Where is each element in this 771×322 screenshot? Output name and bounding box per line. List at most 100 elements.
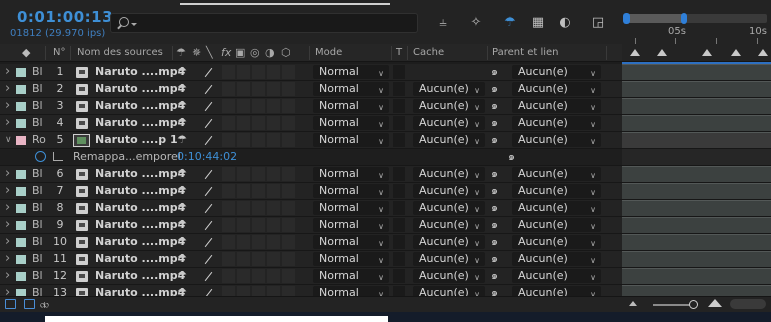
label-color-swatch[interactable] xyxy=(16,272,26,281)
layer-source-name[interactable]: Naruto ....mp4 xyxy=(95,217,185,233)
parent-pickwhip-icon[interactable]: ๑ xyxy=(491,251,498,267)
layer-source-name[interactable]: Naruto ....mp4 xyxy=(95,268,185,284)
preserve-transparency-box[interactable] xyxy=(393,201,405,215)
graph-editor-icon[interactable]: ◲ xyxy=(588,14,608,32)
track-matte-select[interactable]: Aucun(e) ∨ xyxy=(413,235,485,249)
frame-blend-icon[interactable]: ▣ xyxy=(235,44,245,62)
switch-box[interactable] xyxy=(237,286,250,296)
quality-slash-icon[interactable] xyxy=(204,254,213,265)
layer-duration-bar[interactable] xyxy=(622,166,771,182)
switch-box[interactable] xyxy=(237,116,250,130)
layer-row[interactable]: › Bl 3 Naruto ....mp4 ☂ Normal ∨ Aucun(e) ∨ ๑ Aucu… xyxy=(0,98,771,115)
parent-select[interactable]: Aucun(e) ∨ xyxy=(512,201,601,215)
zoom-slider-knob[interactable] xyxy=(689,300,698,309)
quality-slash-icon[interactable] xyxy=(204,220,213,231)
track-matte-select[interactable]: Aucun(e) ∨ xyxy=(413,116,485,130)
track-matte-select[interactable]: Aucun(e) ∨ xyxy=(413,269,485,283)
parent-pickwhip-icon[interactable]: ๑ xyxy=(491,200,498,216)
layer-duration-bar[interactable] xyxy=(622,234,771,250)
column-header-source[interactable]: Nom des sources xyxy=(77,44,163,62)
switch-box[interactable] xyxy=(267,201,280,215)
3d-layer-icon[interactable]: ⬡ xyxy=(281,44,291,62)
shy-icon[interactable]: ☂ xyxy=(177,64,187,80)
parent-pickwhip-icon[interactable]: ๑ xyxy=(491,132,498,148)
switch-box[interactable] xyxy=(222,252,235,266)
parent-select[interactable]: Aucun(e) ∨ xyxy=(512,252,601,266)
property-value[interactable]: 0:10:44:02 xyxy=(177,149,237,165)
preserve-transparency-box[interactable] xyxy=(393,269,405,283)
switch-box[interactable] xyxy=(252,99,265,113)
layer-duration-bar[interactable] xyxy=(622,268,771,284)
switch-box[interactable] xyxy=(222,133,235,147)
layer-search-input[interactable] xyxy=(110,13,418,33)
layer-switches-toggle-icon[interactable] xyxy=(5,299,16,309)
layer-source-name[interactable]: Naruto ....mp4 xyxy=(95,183,185,199)
switch-box[interactable] xyxy=(252,133,265,147)
track-matte-select[interactable]: Aucun(e) ∨ xyxy=(413,167,485,181)
switch-box[interactable] xyxy=(252,218,265,232)
comp-flowchart-icon[interactable]: ⫨ xyxy=(433,14,453,32)
switch-box[interactable] xyxy=(237,82,250,96)
switch-box[interactable] xyxy=(222,184,235,198)
blend-mode-select[interactable]: Normal ∨ xyxy=(313,269,389,283)
effects-icon[interactable]: fx xyxy=(221,44,231,62)
stopwatch-icon[interactable] xyxy=(35,151,46,162)
graph-editor-icon[interactable] xyxy=(53,152,63,161)
switch-box[interactable] xyxy=(237,99,250,113)
layer-duration-bar[interactable] xyxy=(622,115,771,131)
label-color-swatch[interactable] xyxy=(16,204,26,213)
shy-icon[interactable]: ☂ xyxy=(177,132,187,148)
layer-row[interactable]: › Bl 1 Naruto ....mp4 ☂ Normal ∨ ๑ Aucun(e) ∨ xyxy=(0,64,771,81)
adjustment-layer-icon[interactable]: ◑ xyxy=(265,44,275,62)
blend-mode-select[interactable]: Normal ∨ xyxy=(313,286,389,296)
layer-source-name[interactable]: Naruto ....mp4 xyxy=(95,251,185,267)
layer-row[interactable]: › Bl 9 Naruto ....mp4 ☂ Normal ∨ Aucun(e) ∨ ๑ Aucu… xyxy=(0,217,771,234)
track-matte-select[interactable]: Aucun(e) ∨ xyxy=(413,99,485,113)
quality-slash-icon[interactable] xyxy=(204,237,213,248)
switch-box[interactable] xyxy=(237,252,250,266)
label-tag-icon[interactable]: ◆ xyxy=(22,44,30,62)
quality-slash-icon[interactable] xyxy=(204,101,213,112)
track-matte-select[interactable]: Aucun(e) ∨ xyxy=(413,133,485,147)
preserve-transparency-box[interactable] xyxy=(393,235,405,249)
switch-box[interactable] xyxy=(222,235,235,249)
parent-pickwhip-icon[interactable]: ๑ xyxy=(491,234,498,250)
switch-box[interactable] xyxy=(252,286,265,296)
label-color-swatch[interactable] xyxy=(16,102,26,111)
switch-box[interactable] xyxy=(252,116,265,130)
switch-box[interactable] xyxy=(222,218,235,232)
blend-mode-select[interactable]: Normal ∨ xyxy=(313,235,389,249)
current-timecode[interactable]: 0:01:00:13 xyxy=(17,8,113,26)
switch-box[interactable] xyxy=(282,167,295,181)
quality-slash-icon[interactable] xyxy=(204,271,213,282)
switch-box[interactable] xyxy=(282,133,295,147)
layer-row[interactable]: › Bl 8 Naruto ....mp4 ☂ Normal ∨ Aucun(e) ∨ ๑ Aucu… xyxy=(0,200,771,217)
switch-box[interactable] xyxy=(237,201,250,215)
blend-mode-select[interactable]: Normal ∨ xyxy=(313,167,389,181)
switch-box[interactable] xyxy=(237,218,250,232)
search-dropdown-caret[interactable] xyxy=(131,23,137,26)
label-color-swatch[interactable] xyxy=(16,136,26,145)
layer-row[interactable]: › Bl 7 Naruto ....mp4 ☂ Normal ∨ Aucun(e) ∨ ๑ Aucu… xyxy=(0,183,771,200)
twirl-chevron-icon[interactable]: › xyxy=(5,166,10,182)
switch-box[interactable] xyxy=(267,218,280,232)
label-color-swatch[interactable] xyxy=(16,119,26,128)
quality-slash-icon[interactable] xyxy=(204,67,213,78)
parent-select[interactable]: Aucun(e) ∨ xyxy=(512,116,601,130)
switch-box[interactable] xyxy=(282,116,295,130)
layer-duration-bar[interactable] xyxy=(622,81,771,97)
switch-box[interactable] xyxy=(252,269,265,283)
switch-box[interactable] xyxy=(282,184,295,198)
frame-blending-icon[interactable]: ▦ xyxy=(528,14,548,32)
label-color-swatch[interactable] xyxy=(16,170,26,179)
parent-select[interactable]: Aucun(e) ∨ xyxy=(512,65,601,79)
column-header-trackmat[interactable]: T xyxy=(396,44,402,62)
switch-box[interactable] xyxy=(267,235,280,249)
layer-source-name[interactable]: Naruto ....mp4 xyxy=(95,234,185,250)
zoom-in-icon[interactable] xyxy=(708,299,722,307)
switch-box[interactable] xyxy=(237,167,250,181)
parent-pickwhip-icon[interactable]: ๑ xyxy=(491,166,498,182)
preserve-transparency-box[interactable] xyxy=(393,167,405,181)
twirl-chevron-icon[interactable]: › xyxy=(5,64,10,80)
layer-source-name[interactable]: Naruto ....mp4 xyxy=(95,64,185,80)
